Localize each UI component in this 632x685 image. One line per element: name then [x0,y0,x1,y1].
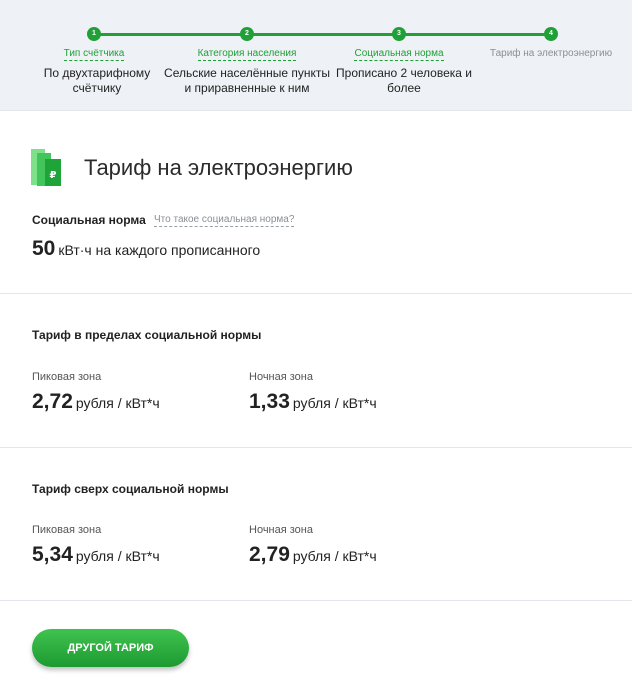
svg-text:₽: ₽ [50,170,57,181]
step-3-title-link[interactable]: Социальная норма [314,48,484,61]
social-norm-value-block: 50 кВт·ч на каждого прописанного [32,237,260,261]
page-title: Тариф на электроэнергию [84,155,353,180]
within-night-label: Ночная зона [249,371,313,383]
stepper: 1 2 3 4 Тип счётчика Категория населения… [0,0,632,110]
above-night-rate: 2,79 рубля / кВт*ч [249,543,377,567]
above-peak-rate: 5,34 рубля / кВт*ч [32,543,160,567]
above-norm-heading: Тариф сверх социальной нормы [32,482,229,496]
step-line-2-3 [247,33,399,36]
step-2-value: Сельские населённые пункты и приравненны… [164,66,330,95]
social-norm-unit: кВт·ч на каждого прописанного [58,242,261,258]
ruble-bars-icon: ₽ [31,149,61,186]
other-tariff-button[interactable]: ДРУГОЙ ТАРИФ [32,629,189,667]
above-peak-unit: рубля / кВт*ч [75,548,160,564]
above-night-unit: рубля / кВт*ч [292,548,377,564]
within-norm-heading: Тариф в пределах социальной нормы [32,328,262,342]
step-3-value: Прописано 2 человека и более [336,66,472,95]
step-3-title: Социальная норма [354,48,444,61]
step-line-3-4 [399,33,551,36]
step-1-title: Тип счётчика [63,48,125,61]
within-peak-unit: рубля / кВт*ч [75,395,160,411]
step-4-title: Тариф на электроэнергию [489,48,613,59]
step-2-title: Категория населения [197,48,297,61]
step-2-number: 2 [240,27,254,41]
social-norm-value: 50 [32,237,56,260]
within-norm-section: Тариф в пределах социальной нормы Пикова… [0,294,632,448]
above-night-label: Ночная зона [249,524,313,536]
within-peak-value: 2,72 [32,390,73,413]
social-norm-section: ₽ Тариф на электроэнергию Социальная нор… [0,111,632,294]
step-4-number: 4 [544,27,558,41]
above-norm-section: Тариф сверх социальной нормы Пиковая зон… [0,448,632,601]
tariff-card: ₽ Тариф на электроэнергию Социальная нор… [0,110,632,685]
social-norm-label: Социальная норма [32,213,146,227]
step-line-1-2 [94,33,247,36]
above-peak-value: 5,34 [32,543,73,566]
within-peak-label: Пиковая зона [32,371,102,383]
step-1-number: 1 [87,27,101,41]
within-night-rate: 1,33 рубля / кВт*ч [249,390,377,414]
within-night-value: 1,33 [249,390,290,413]
step-1-title-link[interactable]: Тип счётчика [9,48,179,61]
within-peak-rate: 2,72 рубля / кВт*ч [32,390,160,414]
step-3-number: 3 [392,27,406,41]
step-2-title-link[interactable]: Категория населения [162,48,332,61]
social-norm-help-link[interactable]: Что такое социальная норма? [154,214,295,227]
within-night-unit: рубля / кВт*ч [292,395,377,411]
step-1-value: По двухтарифному счётчику [43,66,151,95]
above-peak-label: Пиковая зона [32,524,102,536]
above-night-value: 2,79 [249,543,290,566]
